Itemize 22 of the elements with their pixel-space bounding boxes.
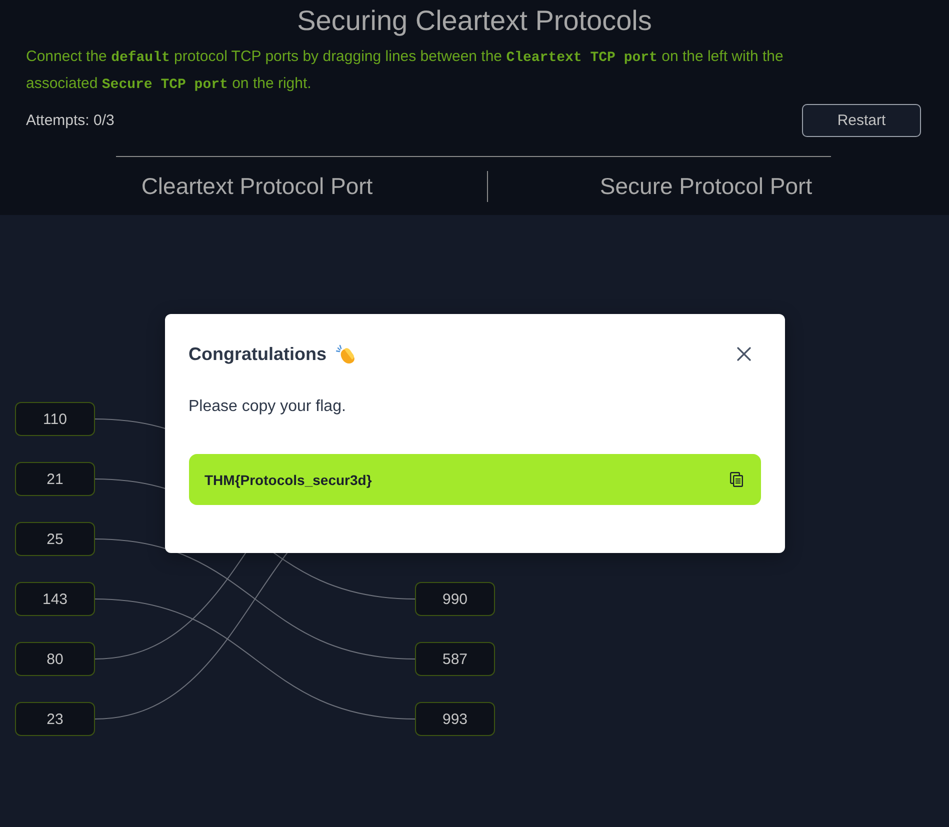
copy-icon [730, 472, 742, 487]
port-node[interactable]: 990 [415, 582, 495, 616]
port-node[interactable]: 143 [15, 582, 95, 616]
page-title: Securing Cleartext Protocols [296, 4, 653, 38]
clapping-hands-icon [336, 344, 356, 364]
port-node[interactable]: 80 [15, 642, 95, 676]
port-node[interactable]: 993 [415, 702, 495, 736]
attempts-counter: Attempts: 0/3 [26, 112, 114, 129]
port-node[interactable]: 25 [15, 522, 95, 556]
instructions-text: Connect the default protocol TCP ports by dragging lines between the Cleartext TCP port on the left with the associated Secure TCP port on the right. [26, 47, 784, 95]
copy-button[interactable] [728, 470, 744, 489]
port-node[interactable]: 110 [15, 402, 95, 436]
restart-button[interactable]: Restart [802, 104, 921, 137]
port-node[interactable]: 21 [15, 462, 95, 496]
close-icon [736, 347, 750, 361]
port-node[interactable]: 23 [15, 702, 95, 736]
dialog-title: Congratulations [188, 343, 326, 366]
dialog-message: Please copy your flag. [188, 397, 347, 417]
flag-text: THM{Protocols_secur3d} [204, 472, 372, 488]
column-heading: Cleartext Protocol Port [140, 172, 374, 201]
column-heading: Secure Protocol Port [598, 172, 814, 201]
port-node[interactable]: 587 [415, 642, 495, 676]
